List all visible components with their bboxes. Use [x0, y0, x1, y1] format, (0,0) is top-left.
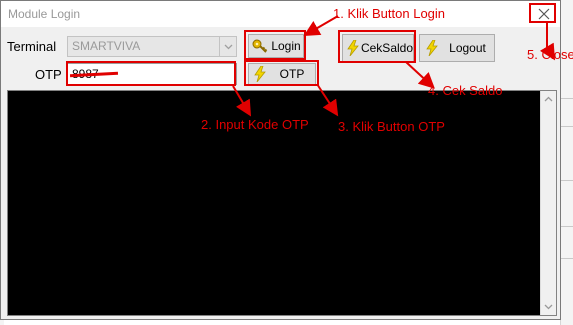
annotation-arrows: [232, 15, 556, 117]
